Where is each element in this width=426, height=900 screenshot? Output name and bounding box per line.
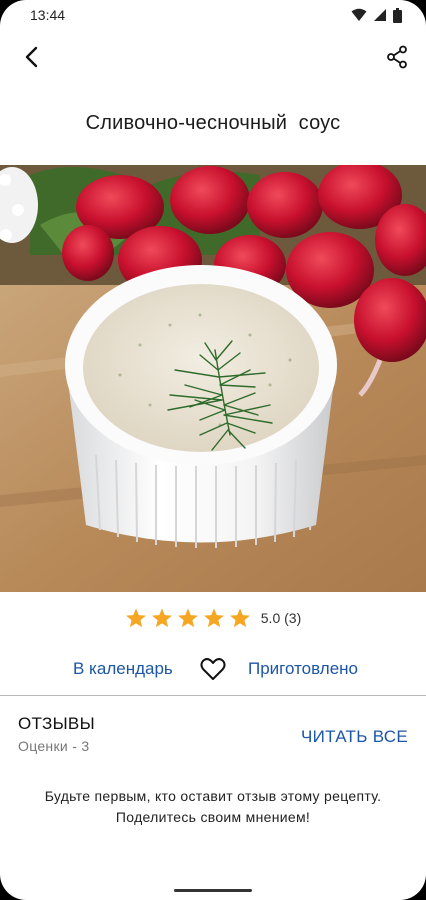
app-bar (0, 36, 426, 78)
status-icons (351, 7, 402, 23)
reviews-heading: ОТЗЫВЫ (18, 714, 95, 733)
status-time: 13:44 (30, 7, 66, 23)
star-icon (125, 608, 146, 628)
battery-icon (393, 7, 402, 23)
rating-value: 5.0 (3) (260, 610, 302, 626)
sauce-bowl-illustration (0, 165, 426, 592)
star-icon (177, 608, 198, 628)
actions-row: В календарь Приготовлено (0, 654, 426, 686)
heart-icon[interactable] (200, 657, 226, 681)
ratings-count: Оценки - 3 (18, 738, 90, 754)
star-icon (151, 608, 172, 628)
home-indicator[interactable] (174, 889, 252, 892)
share-icon (387, 45, 407, 69)
recipe-photo (0, 165, 426, 592)
recipe-title: Сливочно-чесночный соус (85, 112, 341, 134)
no-reviews-message: Будьте первым, кто оставит отзыв этому р… (44, 788, 382, 825)
star-icon (229, 608, 250, 628)
back-button[interactable] (16, 42, 46, 72)
arrow-back-icon (25, 46, 38, 68)
share-button[interactable] (382, 42, 412, 72)
rating-row: 5.0 (3) (0, 604, 426, 632)
wifi-icon (351, 8, 367, 21)
mark-cooked-link[interactable]: Приготовлено (248, 659, 358, 679)
cellular-icon (374, 9, 386, 21)
read-all-button[interactable]: ЧИТАТЬ ВСЕ (301, 727, 408, 747)
star-icon (203, 608, 224, 628)
status-bar: 13:44 (0, 0, 426, 30)
add-to-calendar-link[interactable]: В календарь (73, 659, 173, 679)
rating-stars[interactable] (125, 607, 251, 629)
recipe-screen: 13:44 Сливочно-чесночный соус 5.0 (3) В … (0, 0, 426, 900)
section-divider (0, 695, 426, 696)
